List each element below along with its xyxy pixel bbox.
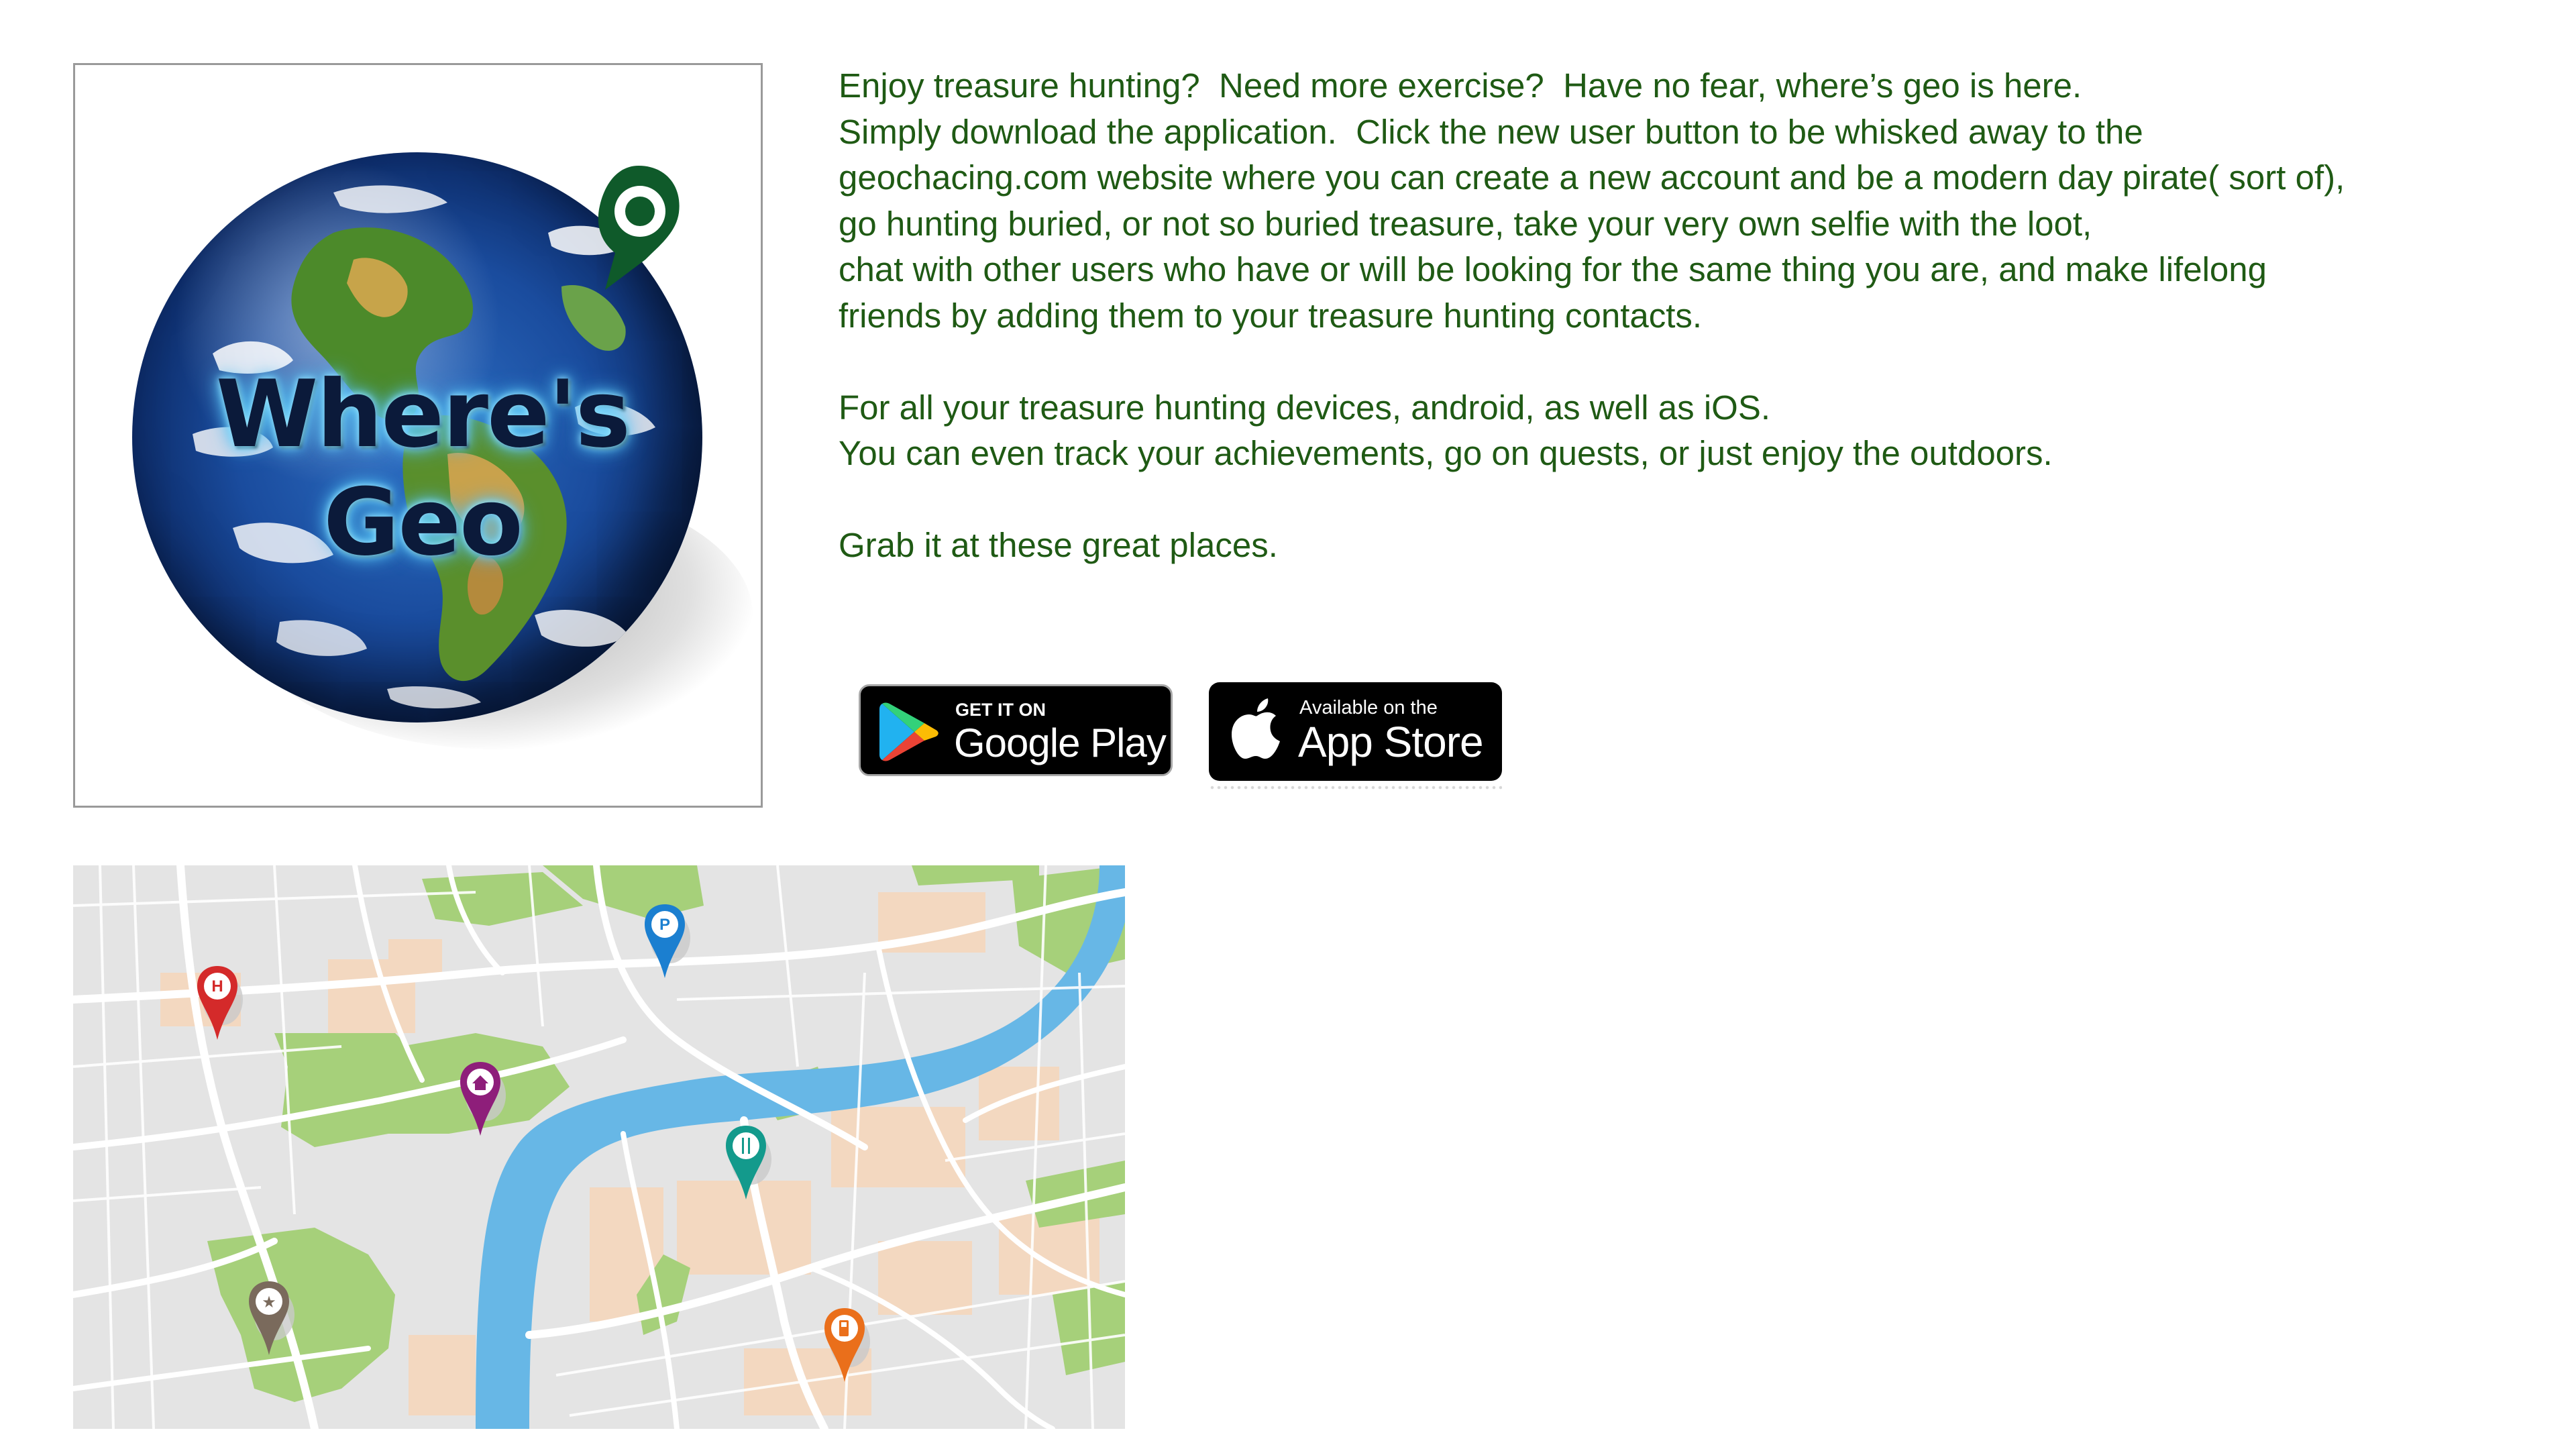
call-to-action: Grab it at these great places. (839, 526, 1278, 564)
app-logo-card: Where's Geo (73, 63, 763, 808)
platforms-line: For all your treasure hunting devices, a… (839, 388, 1771, 427)
svg-text:P: P (659, 916, 670, 934)
description-line: chat with other users who have or will b… (839, 250, 2267, 288)
google-play-small-label: GET IT ON (955, 700, 1046, 720)
city-map: H P ★ (73, 865, 1125, 1429)
description-line: geochacing.com website where you can cre… (839, 158, 2345, 197)
description-line: friends by adding them to your treasure … (839, 296, 1703, 335)
app-store-label: App Store (1298, 718, 1484, 766)
badge-divider (1209, 785, 1502, 790)
description-line: go hunting buried, or not so buried trea… (839, 204, 2092, 243)
description-line: Simply download the application. Click t… (839, 112, 2143, 151)
google-play-label: Google Play (954, 720, 1167, 765)
features-line: You can even track your achievements, go… (839, 434, 2053, 472)
app-description: Enjoy treasure hunting? Need more exerci… (839, 63, 2542, 569)
app-store-small-label: Available on the (1299, 697, 1438, 718)
app-store-button[interactable]: Available on the App Store (1209, 682, 1502, 781)
parking-pin-icon: P (645, 904, 690, 978)
description-line: Enjoy treasure hunting? Need more exerci… (839, 66, 2082, 105)
google-play-button[interactable]: GET IT ON Google Play (859, 684, 1173, 776)
app-logo-title: Where's Geo (215, 360, 631, 576)
svg-text:★: ★ (262, 1293, 276, 1311)
apple-icon (1232, 698, 1280, 759)
svg-text:H: H (211, 977, 223, 996)
map-pin-icon (598, 166, 680, 290)
google-play-icon (879, 702, 938, 761)
